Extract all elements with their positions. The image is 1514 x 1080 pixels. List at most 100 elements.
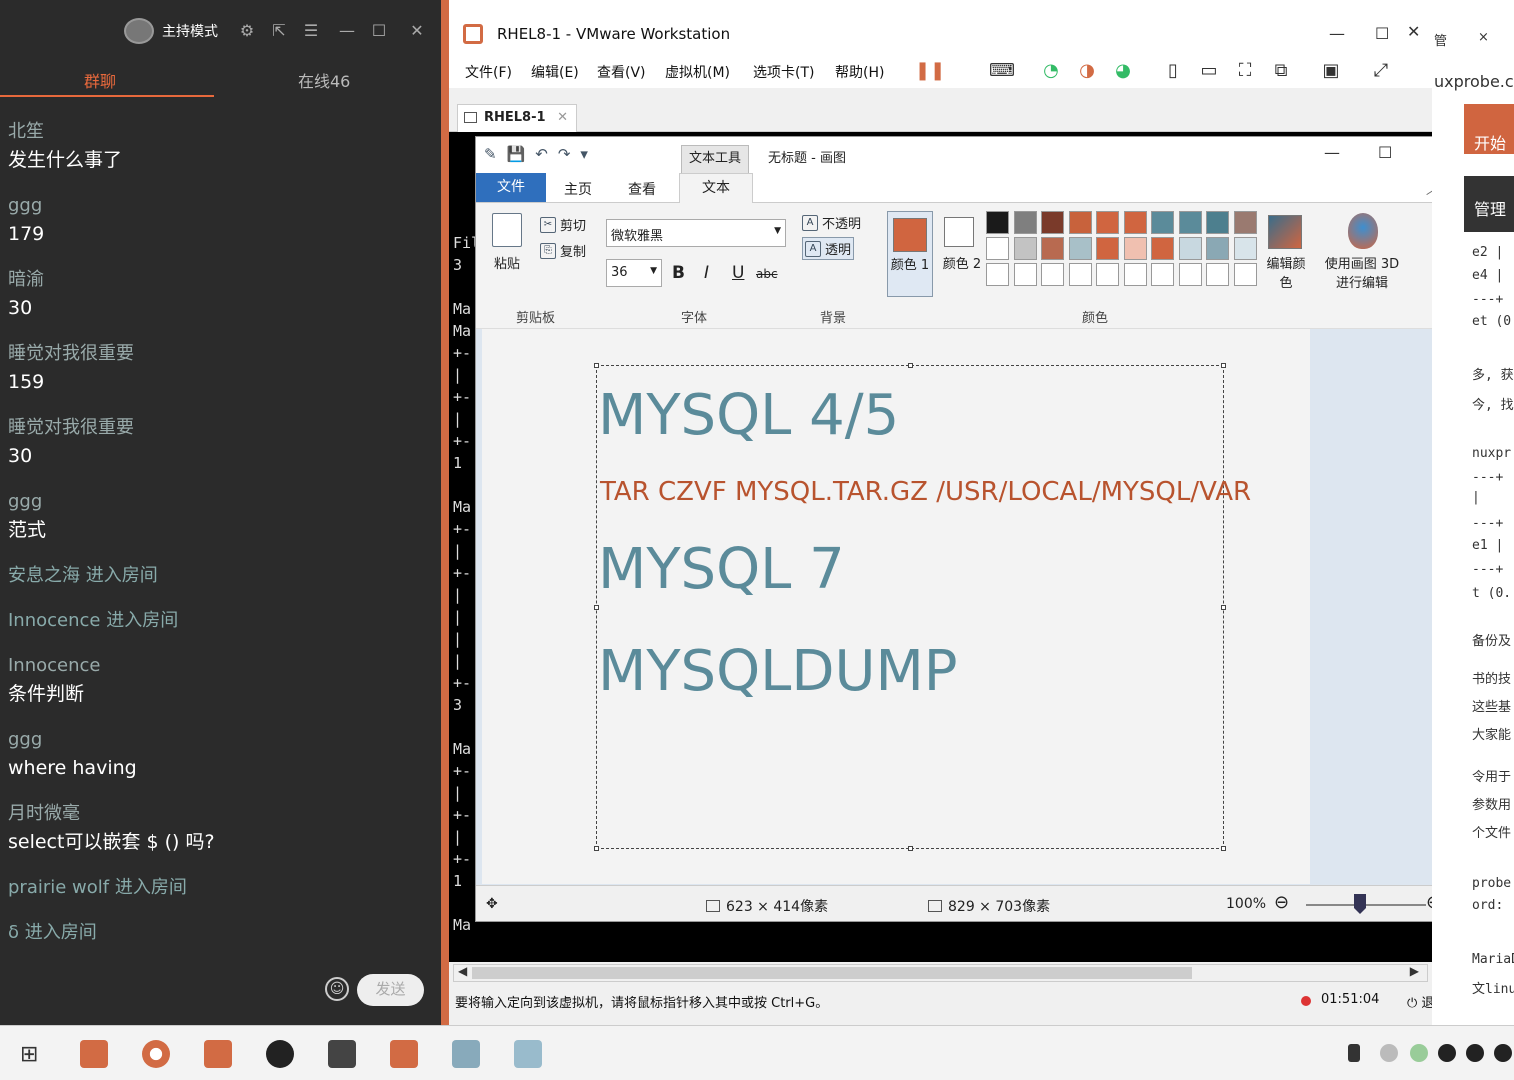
menu-icon[interactable]: ☰ <box>302 22 320 40</box>
manage-banner[interactable]: 管理 <box>1464 176 1514 232</box>
palette-color[interactable] <box>1041 237 1064 260</box>
remote-app-icon[interactable] <box>514 1040 542 1068</box>
cut-button[interactable]: ✂ 剪切 <box>540 215 586 234</box>
scroll-thumb[interactable] <box>472 967 1192 979</box>
canvas-area[interactable]: MYSQL 4/5 TAR CZVF MYSQL.TAR.GZ /USR/LOC… <box>476 329 1474 885</box>
palette-color[interactable] <box>1068 237 1092 260</box>
palette-color[interactable] <box>1123 211 1147 234</box>
palette-color[interactable] <box>1096 237 1119 260</box>
palette-color[interactable] <box>1233 263 1257 286</box>
palette-color[interactable] <box>1041 263 1064 286</box>
fullscreen-icon[interactable]: ⛶ <box>1233 60 1257 82</box>
resize-handle[interactable] <box>1221 605 1226 610</box>
opaque-button[interactable]: A 不透明 <box>802 213 861 232</box>
menu-file[interactable]: 文件(F) <box>465 62 512 82</box>
vmware-icon[interactable] <box>204 1040 232 1068</box>
emoji-icon[interactable]: ☺ <box>325 977 349 1001</box>
save-icon[interactable]: 💾 <box>507 145 526 163</box>
palette-color[interactable] <box>986 263 1009 286</box>
paint-app-icon[interactable] <box>452 1040 480 1068</box>
palette-color[interactable] <box>1013 211 1037 234</box>
thumbnail-icon[interactable]: ▭ <box>1197 60 1221 82</box>
qq-icon[interactable] <box>1494 1044 1512 1062</box>
stretch-icon[interactable]: ⤢ <box>1369 60 1393 82</box>
paste-button[interactable]: 粘贴 <box>492 213 522 272</box>
qq-icon[interactable] <box>1466 1044 1484 1062</box>
tab-home[interactable]: 主页 <box>564 179 592 199</box>
paint-app-icon[interactable]: ✎ <box>484 145 497 163</box>
tab-group-chat[interactable]: 群聊 <box>84 68 116 92</box>
strikethrough-button[interactable]: abc <box>756 267 778 281</box>
palette-color[interactable] <box>986 211 1009 234</box>
close-icon[interactable]: ✕ <box>408 22 426 40</box>
resize-handle[interactable] <box>1221 363 1226 368</box>
horizontal-scrollbar[interactable]: ◀ ▶ <box>453 964 1428 982</box>
resize-handle[interactable] <box>1221 846 1226 851</box>
tray-icon[interactable] <box>1380 1044 1398 1062</box>
copy-button[interactable]: ⎘ 复制 <box>540 241 586 260</box>
send-keys-icon[interactable]: ⌨ <box>989 60 1015 82</box>
palette-color[interactable] <box>1151 237 1174 260</box>
resize-handle[interactable] <box>594 363 599 368</box>
zoom-slider[interactable] <box>1306 904 1426 906</box>
color-2-button[interactable]: 颜色 2 <box>939 211 985 297</box>
minimize-icon[interactable]: — <box>1324 143 1340 162</box>
palette-color[interactable] <box>1013 237 1037 260</box>
terminal-app-icon[interactable] <box>328 1040 356 1068</box>
send-button[interactable]: 发送 <box>357 974 424 1006</box>
tab-view[interactable]: 查看 <box>628 179 656 199</box>
popout-icon[interactable]: ⇱ <box>270 22 288 40</box>
palette-color[interactable] <box>1068 211 1092 234</box>
qq-icon[interactable] <box>1438 1044 1456 1062</box>
font-family-select[interactable]: 微软雅黑 ▼ <box>606 219 786 247</box>
underline-button[interactable]: U <box>732 263 744 283</box>
customize-qat-icon[interactable]: ▾ <box>580 145 588 163</box>
palette-color[interactable] <box>1151 263 1174 286</box>
palette-color[interactable] <box>1123 237 1147 260</box>
tray-icon[interactable] <box>1410 1044 1428 1062</box>
resize-handle[interactable] <box>908 846 913 851</box>
unity-icon[interactable]: ⧉ <box>1269 60 1293 82</box>
host-mode[interactable]: 主持模式 <box>124 18 218 44</box>
palette-color[interactable] <box>1123 263 1147 286</box>
menu-edit[interactable]: 编辑(E) <box>531 62 579 82</box>
close-icon[interactable]: ✕ <box>1407 22 1420 41</box>
maximize-icon[interactable]: ☐ <box>370 22 388 40</box>
tab-online[interactable]: 在线46 <box>298 68 350 92</box>
tab-text[interactable]: 文本 <box>679 173 753 204</box>
palette-color[interactable] <box>1233 211 1257 234</box>
palette-color[interactable] <box>1178 263 1202 286</box>
edit-colors-button[interactable]: 编辑颜色 <box>1262 211 1310 297</box>
close-tab-icon[interactable]: ✕ <box>557 105 568 131</box>
pause-icon[interactable]: ❚❚ <box>915 60 945 82</box>
start-banner[interactable]: 开始 <box>1464 104 1514 154</box>
settings-icon[interactable]: ⚙ <box>238 22 256 40</box>
palette-color[interactable] <box>1233 237 1257 260</box>
maximize-icon[interactable]: ☐ <box>1378 143 1392 162</box>
canvas[interactable]: MYSQL 4/5 TAR CZVF MYSQL.TAR.GZ /USR/LOC… <box>482 329 1310 884</box>
snapshot-manager-icon[interactable]: ◕ <box>1111 60 1135 82</box>
maximize-icon[interactable]: ☐ <box>1375 24 1389 43</box>
undo-icon[interactable]: ↶ <box>535 145 548 163</box>
transparent-button[interactable]: A 透明 <box>802 237 855 260</box>
sidebar-toggle-icon[interactable]: ▯ <box>1161 60 1185 82</box>
windows-start-icon[interactable]: ⊞ <box>20 1042 38 1067</box>
color-1-button[interactable]: 颜色 1 <box>887 211 933 297</box>
menu-vm[interactable]: 虚拟机(M) <box>665 62 730 82</box>
palette-color[interactable] <box>1151 211 1174 234</box>
microphone-icon[interactable] <box>1348 1044 1360 1062</box>
palette-color[interactable] <box>1041 211 1064 234</box>
palette-color[interactable] <box>1068 263 1092 286</box>
menu-help[interactable]: 帮助(H) <box>835 62 884 82</box>
scroll-right-icon[interactable]: ▶ <box>1410 964 1419 978</box>
palette-color[interactable] <box>1206 263 1229 286</box>
palette-color[interactable] <box>1096 211 1119 234</box>
zoom-out-icon[interactable]: ⊖ <box>1274 892 1289 913</box>
resize-handle[interactable] <box>594 605 599 610</box>
revert-snapshot-icon[interactable]: ◑ <box>1075 60 1099 82</box>
resize-handle[interactable] <box>908 363 913 368</box>
italic-button[interactable]: I <box>704 263 709 283</box>
console-icon[interactable]: ▣ <box>1319 60 1343 82</box>
avatar-app-icon[interactable] <box>266 1040 294 1068</box>
menu-view[interactable]: 查看(V) <box>597 62 646 82</box>
